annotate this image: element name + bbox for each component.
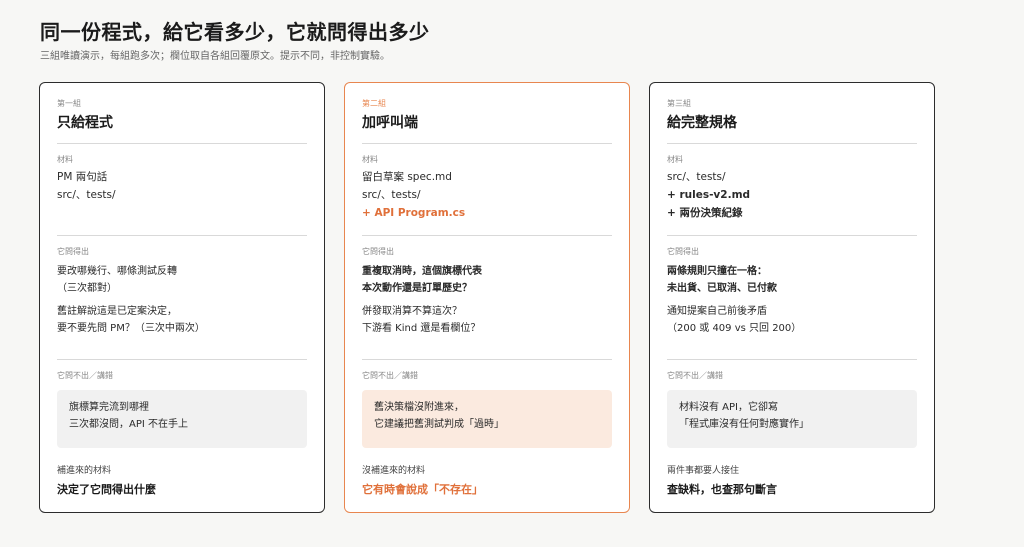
material-item: src/、tests/ <box>362 189 421 201</box>
divider <box>362 235 612 236</box>
card-group-3: 第三組 給完整規格 材料 src/、tests/ + rules-v2.md +… <box>649 82 935 513</box>
asked-item: 兩條規則只撞在一格： 未出貨、已取消、已付款 <box>667 266 777 294</box>
asked-label: 它問得出 <box>362 247 394 256</box>
asked-label: 它問得出 <box>57 247 89 256</box>
group-tag: 第二組 <box>362 99 386 108</box>
card-row: 第一組 只給程式 材料 PM 兩句話 src/、tests/ 它問得出 要改哪幾… <box>39 82 935 513</box>
footer-label: 補進來的材料 <box>57 466 112 476</box>
group-tag: 第一組 <box>57 99 81 108</box>
footer-value: 查缺料，也查那句斷言 <box>667 483 777 496</box>
materials-list: src/、tests/ + rules-v2.md + 兩份決策紀錄 <box>667 168 917 222</box>
divider <box>362 359 612 360</box>
missed-label: 它問不出／講錯 <box>362 371 418 380</box>
footer-value: 決定了它問得出什麼 <box>57 483 156 496</box>
materials-label: 材料 <box>57 155 73 164</box>
missed-label: 它問不出／講錯 <box>57 371 113 380</box>
missed-label: 它問不出／講錯 <box>667 371 723 380</box>
card-title: 給完整規格 <box>667 115 737 131</box>
page-title: 同一份程式，給它看多少，它就問得出多少 <box>40 20 430 44</box>
divider <box>57 235 307 236</box>
card-title: 只給程式 <box>57 115 113 131</box>
missed-box: 舊決策檔沒附進來， 它建議把舊測試判成「過時」 <box>362 390 612 448</box>
group-tag: 第三組 <box>667 99 691 108</box>
divider <box>667 359 917 360</box>
footer-value: 它有時會說成「不存在」 <box>362 483 483 496</box>
divider <box>57 143 307 144</box>
divider <box>362 143 612 144</box>
page-subtitle: 三組唯讀演示，每組跑多次；欄位取自各組回覆原文。提示不同，非控制實驗。 <box>40 51 390 62</box>
asked-item: 重複取消時，這個旗標代表 本次動作還是訂單歷史？ <box>362 266 482 294</box>
asked-list: 重複取消時，這個旗標代表 本次動作還是訂單歷史？ 併發取消算不算這次？ 下游看 … <box>362 263 612 343</box>
divider <box>667 235 917 236</box>
missed-box: 旗標算完流到哪裡 三次都沒問，API 不在手上 <box>57 390 307 448</box>
asked-label: 它問得出 <box>667 247 699 256</box>
materials-label: 材料 <box>667 155 683 164</box>
divider <box>667 143 917 144</box>
footer-label: 沒補進來的材料 <box>362 466 426 476</box>
materials-list: PM 兩句話 src/、tests/ <box>57 168 307 204</box>
card-group-1: 第一組 只給程式 材料 PM 兩句話 src/、tests/ 它問得出 要改哪幾… <box>39 82 325 513</box>
material-item-added: + API Program.cs <box>362 207 466 219</box>
asked-item: 舊註解說這是已定案決定， 要不要先問 PM？（三次中兩次） <box>57 306 205 334</box>
material-item: src/、tests/ <box>667 171 726 183</box>
card-group-2: 第二組 加呼叫端 材料 留白草案 spec.md src/、tests/ + A… <box>344 82 630 513</box>
asked-list: 要改哪幾行、哪條測試反轉 （三次都對） 舊註解說這是已定案決定， 要不要先問 P… <box>57 263 307 343</box>
materials-label: 材料 <box>362 155 378 164</box>
divider <box>57 359 307 360</box>
card-title: 加呼叫端 <box>362 115 418 131</box>
asked-item: 通知提案自己前後矛盾 （200 或 409 vs 只回 200） <box>667 306 802 334</box>
asked-item: 要改哪幾行、哪條測試反轉 （三次都對） <box>57 266 177 294</box>
asked-item: 併發取消算不算這次？ 下游看 Kind 還是看欄位？ <box>362 306 481 334</box>
material-item: src/、tests/ <box>57 189 116 201</box>
missed-box: 材料沒有 API，它卻寫 「程式庫沒有任何對應實作」 <box>667 390 917 448</box>
asked-list: 兩條規則只撞在一格： 未出貨、已取消、已付款 通知提案自己前後矛盾 （200 或… <box>667 263 917 343</box>
page: 同一份程式，給它看多少，它就問得出多少 三組唯讀演示，每組跑多次；欄位取自各組回… <box>0 0 1024 547</box>
material-item: PM 兩句話 <box>57 171 108 183</box>
material-item-added: + rules-v2.md <box>667 189 751 201</box>
materials-list: 留白草案 spec.md src/、tests/ + API Program.c… <box>362 168 612 222</box>
material-item-added: + 兩份決策紀錄 <box>667 207 743 219</box>
footer-label: 兩件事都要人接住 <box>667 466 740 476</box>
material-item: 留白草案 spec.md <box>362 171 452 183</box>
